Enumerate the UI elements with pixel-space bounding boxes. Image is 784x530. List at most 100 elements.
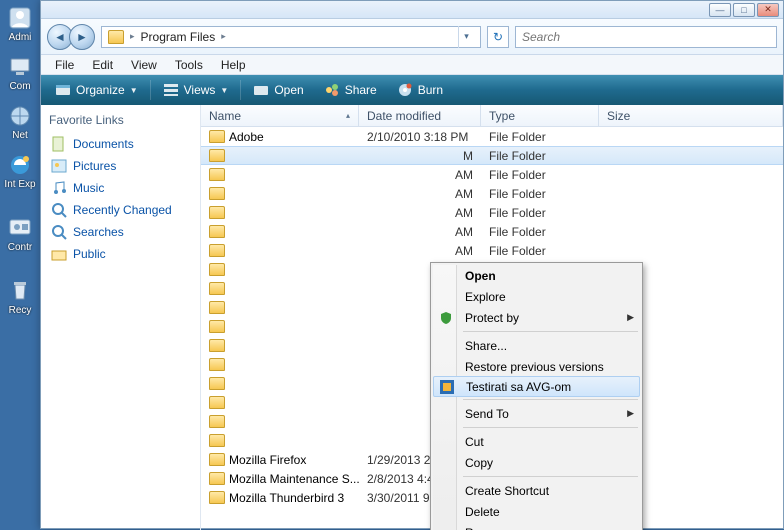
views-button[interactable]: Views ▼ [155, 79, 237, 101]
user-icon [6, 4, 34, 32]
folder-icon [209, 187, 225, 200]
file-date: AM [359, 244, 481, 258]
menu-edit[interactable]: Edit [84, 56, 121, 74]
context-menu-item[interactable]: Open [433, 265, 640, 286]
folder-icon [209, 491, 225, 504]
avg-icon [439, 379, 455, 395]
file-name: Mozilla Maintenance S... [229, 472, 359, 486]
documents-icon [51, 136, 67, 152]
folder-icon [209, 149, 225, 162]
col-size[interactable]: Size [599, 105, 783, 126]
forward-button[interactable]: ► [69, 24, 95, 50]
burn-button[interactable]: Burn [389, 79, 451, 101]
burn-icon [397, 82, 413, 98]
folder-icon [209, 434, 225, 447]
col-date[interactable]: Date modified [359, 105, 481, 126]
search-box[interactable] [515, 26, 777, 48]
desktop-icon[interactable]: Admi [0, 0, 40, 43]
maximize-button[interactable]: □ [733, 3, 755, 17]
menu-view[interactable]: View [123, 56, 165, 74]
context-menu-item[interactable]: Protect by▶ [433, 307, 640, 328]
caret-icon: ▼ [220, 86, 228, 95]
context-menu-item[interactable]: Cut [433, 431, 640, 452]
col-name[interactable]: Name▴ [201, 105, 359, 126]
context-menu-item[interactable]: Restore previous versions [433, 356, 640, 377]
desktop-icon[interactable]: Int Exp [0, 147, 40, 190]
search-folder-icon [51, 202, 67, 218]
context-menu-label: Open [465, 269, 496, 283]
col-label: Type [489, 109, 515, 123]
table-row[interactable]: MFile Folder [201, 146, 783, 165]
sidebar-heading: Favorite Links [49, 113, 192, 127]
breadcrumb-item[interactable]: Program Files [141, 30, 216, 44]
context-menu-label: Delete [465, 505, 500, 519]
context-menu-item[interactable]: Copy [433, 452, 640, 473]
menubar: File Edit View Tools Help [41, 55, 783, 75]
context-menu-item[interactable]: Share... [433, 335, 640, 356]
share-button[interactable]: Share [316, 79, 385, 101]
context-menu-item[interactable]: Testirati sa AVG-om [433, 376, 640, 397]
menu-tools[interactable]: Tools [167, 56, 211, 74]
sidebar-item-public[interactable]: Public [49, 243, 192, 265]
breadcrumb[interactable]: ▸ Program Files ▸ ▾ [101, 26, 481, 48]
close-button[interactable]: ✕ [757, 3, 779, 17]
pictures-icon [51, 158, 67, 174]
col-label: Size [607, 109, 630, 123]
organize-icon [55, 82, 71, 98]
submenu-arrow-icon: ▶ [627, 312, 634, 323]
folder-icon [209, 320, 225, 333]
refresh-button[interactable]: ↻ [487, 26, 509, 48]
desktop-icon[interactable]: Net [0, 98, 40, 141]
context-menu-separator [463, 427, 638, 428]
desktop-icon[interactable]: Com [0, 49, 40, 92]
menu-file[interactable]: File [47, 56, 82, 74]
minimize-button[interactable]: — [709, 3, 731, 17]
menu-help[interactable]: Help [213, 56, 254, 74]
file-type: File Folder [481, 244, 599, 258]
table-row[interactable]: AMFile Folder [201, 165, 783, 184]
sidebar-item-documents[interactable]: Documents [49, 133, 192, 155]
file-date: AM [359, 206, 481, 220]
table-row[interactable]: AMFile Folder [201, 241, 783, 260]
sidebar-item-music[interactable]: Music [49, 177, 192, 199]
ie-icon [6, 151, 34, 179]
file-type: File Folder [481, 149, 599, 163]
sidebar-item-pictures[interactable]: Pictures [49, 155, 192, 177]
breadcrumb-sep[interactable]: ▸ [130, 31, 135, 42]
desktop-icon[interactable]: Contr [0, 210, 40, 253]
folder-icon [108, 30, 124, 44]
search-input[interactable] [522, 30, 770, 44]
desktop-icon-label: Recy [1, 305, 39, 316]
desktop-icon[interactable]: Recy [0, 273, 40, 316]
burn-label: Burn [418, 83, 443, 97]
file-list: Name▴ Date modified Type Size Adobe2/10/… [201, 105, 783, 530]
nav-row: ◄ ► ▸ Program Files ▸ ▾ ↻ [41, 19, 783, 55]
table-row[interactable]: AMFile Folder [201, 203, 783, 222]
sidebar-item-searches[interactable]: Searches [49, 221, 192, 243]
context-menu-label: Rename [465, 526, 510, 530]
breadcrumb-dropdown[interactable]: ▾ [458, 26, 474, 48]
context-menu-item[interactable]: Explore [433, 286, 640, 307]
sidebar-item-recently-changed[interactable]: Recently Changed [49, 199, 192, 221]
table-row[interactable]: AMFile Folder [201, 222, 783, 241]
folder-icon [209, 130, 225, 143]
desktop-icon-label: Admi [1, 32, 39, 43]
context-menu-item[interactable]: Create Shortcut [433, 480, 640, 501]
open-button[interactable]: Open [245, 79, 311, 101]
file-date: 2/10/2010 3:18 PM [359, 130, 481, 144]
context-menu-label: Send To [465, 407, 509, 421]
file-type: File Folder [481, 130, 599, 144]
context-menu-label: Copy [465, 456, 493, 470]
context-menu-item[interactable]: Send To▶ [433, 403, 640, 424]
titlebar[interactable]: — □ ✕ [41, 1, 783, 19]
refresh-icon: ↻ [493, 30, 503, 44]
context-menu-label: Explore [465, 290, 506, 304]
open-label: Open [274, 83, 303, 97]
context-menu-item[interactable]: Delete [433, 501, 640, 522]
col-type[interactable]: Type [481, 105, 599, 126]
folder-icon [209, 358, 225, 371]
organize-button[interactable]: Organize ▼ [47, 79, 146, 101]
breadcrumb-sep[interactable]: ▸ [221, 31, 226, 42]
table-row[interactable]: AMFile Folder [201, 184, 783, 203]
table-row[interactable]: Adobe2/10/2010 3:18 PMFile Folder [201, 127, 783, 146]
